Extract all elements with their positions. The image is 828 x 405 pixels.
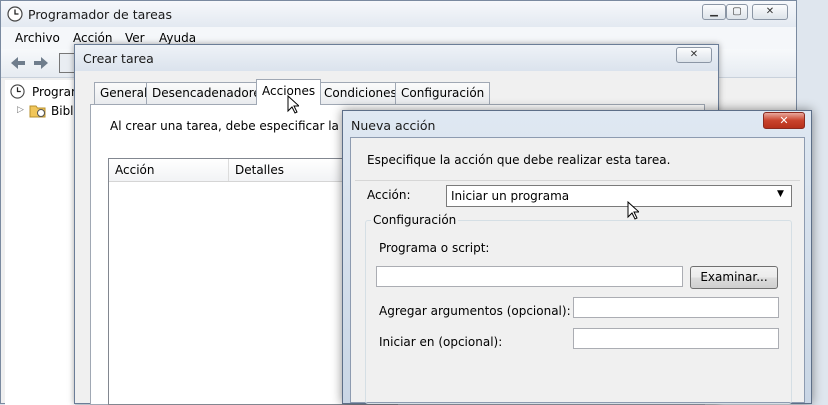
column-divider [228,159,229,181]
minimize-button[interactable]: ▁ [702,4,726,20]
main-window-title: Programador de tareas [28,7,172,22]
arguments-input[interactable] [573,297,779,318]
program-input[interactable] [376,266,683,287]
new-action-body: Especifique la acción que debe realizar … [350,137,805,404]
menu-accion[interactable]: Acción [73,31,112,45]
action-label: Acción: [367,188,411,202]
navigation-tree: Program ▷ Bibli [5,80,83,405]
action-select-value: Iniciar un programa [451,189,570,203]
maximize-button[interactable]: ▢ [726,4,748,20]
create-task-close-button[interactable]: ✕ [676,47,712,63]
action-select[interactable]: Iniciar un programa ▼ [446,185,792,207]
start-in-input[interactable] [573,328,779,349]
tab-general[interactable]: General [94,82,154,104]
start-in-label: Iniciar en (opcional): [379,335,503,349]
clock-icon [7,6,23,25]
tree-item-library[interactable]: Bibli [51,104,77,118]
tab-configuracion[interactable]: Configuración [395,82,491,104]
create-task-title-bar[interactable]: Crear tarea ✕ [75,45,718,71]
mouse-cursor-icon [627,200,641,223]
column-detalles[interactable]: Detalles [235,163,284,177]
separator [355,180,800,181]
new-action-title: Nueva acción [351,118,436,133]
folder-clock-icon [29,103,46,121]
menu-ayuda[interactable]: Ayuda [159,31,196,45]
back-arrow-icon[interactable] [9,55,27,74]
expand-arrow-icon[interactable]: ▷ [17,105,24,115]
menu-archivo[interactable]: Archivo [15,31,60,45]
close-button[interactable]: ✕ [752,4,788,20]
configuration-group-label: Configuración [371,213,459,227]
program-label: Programa o script: [379,241,490,255]
column-accion[interactable]: Acción [115,163,154,177]
instruction-text: Especifique la acción que debe realizar … [367,153,671,167]
create-task-title: Crear tarea [83,51,154,66]
arguments-label: Agregar argumentos (opcional): [379,304,571,318]
menu-ver[interactable]: Ver [125,31,145,45]
new-action-close-button[interactable]: ✕ [763,112,805,129]
main-title-bar[interactable]: Programador de tareas ▁ ▢ ✕ [1,1,796,28]
create-task-description: Al crear una tarea, debe especificar la … [110,119,382,133]
browse-button[interactable]: Examinar... [690,266,778,289]
chevron-down-icon[interactable]: ▼ [777,189,784,199]
tab-condiciones[interactable]: Condiciones [318,82,403,104]
tab-desencadenadores[interactable]: Desencadenadores [146,82,274,104]
forward-arrow-icon[interactable] [32,55,50,74]
scheduler-clock-icon [10,84,25,102]
mouse-cursor-icon [287,94,301,117]
new-action-dialog: Nueva acción ✕ Especifique la acción que… [342,110,812,404]
